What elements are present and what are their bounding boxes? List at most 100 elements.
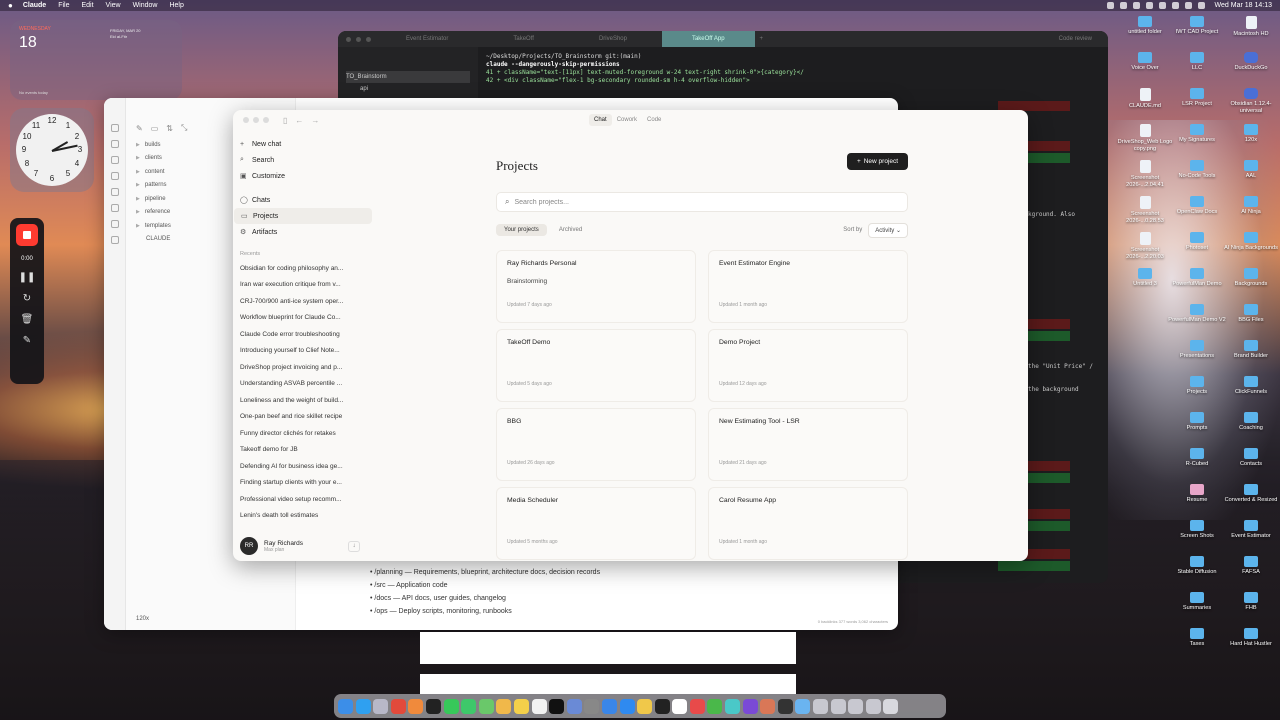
project-card[interactable]: Demo Project Updated 12 days ago: [708, 329, 908, 402]
user-menu[interactable]: RR Ray Richards Max plan ↓: [240, 537, 360, 555]
menu-window[interactable]: Window: [133, 2, 158, 9]
menu-view[interactable]: View: [106, 2, 121, 9]
desktop-icon[interactable]: Resume: [1166, 484, 1228, 504]
project-card[interactable]: Ray Richards Personal Brainstorming Upda…: [496, 250, 696, 323]
status-icon[interactable]: [1158, 2, 1166, 9]
recent-chat[interactable]: Understanding ASVAB percentile ...: [233, 376, 373, 393]
desktop-icon[interactable]: PowerfulMan Demo V2: [1166, 304, 1228, 324]
desktop-icon[interactable]: Coaching: [1220, 412, 1280, 432]
mode-cowork[interactable]: Cowork: [612, 114, 642, 126]
desktop-icon[interactable]: AAL: [1220, 160, 1280, 180]
menu-help[interactable]: Help: [169, 2, 183, 9]
safari-icon[interactable]: [355, 698, 371, 714]
tab-archived[interactable]: Archived: [551, 224, 590, 236]
desktop-icon[interactable]: Presentations: [1166, 340, 1228, 360]
forward-icon[interactable]: →: [311, 116, 319, 125]
chatgpt-icon[interactable]: [425, 698, 441, 714]
claude-icon[interactable]: [760, 698, 776, 714]
finder-icon[interactable]: [338, 698, 353, 714]
menu-clock[interactable]: Wed Mar 18 14:13: [1215, 2, 1272, 9]
search-button[interactable]: ⌕ Search: [233, 152, 373, 168]
new-project-button[interactable]: + New project: [847, 153, 908, 170]
menu-file[interactable]: File: [58, 2, 69, 9]
sort-icon[interactable]: ⇅: [166, 124, 173, 133]
desktop-icon[interactable]: Screen Shots: [1166, 520, 1228, 540]
recent-chat[interactable]: One-pan beef and rice skillet recipe: [233, 409, 373, 426]
notes-icon[interactable]: [513, 698, 529, 714]
terminal-icon[interactable]: [654, 698, 670, 714]
settings-icon[interactable]: [584, 698, 600, 714]
capcut-icon[interactable]: [549, 698, 565, 714]
ribbon-icon[interactable]: [110, 172, 119, 180]
sidebar-item-artifacts[interactable]: ⚙ Artifacts: [233, 224, 373, 240]
project-search[interactable]: ⌕: [496, 192, 908, 212]
new-tab-icon[interactable]: +: [760, 36, 764, 42]
trash-icon[interactable]: 🗑: [21, 314, 34, 325]
photos-icon[interactable]: [496, 698, 512, 714]
desktop-icon[interactable]: Hard Hat Hustler: [1220, 628, 1280, 648]
app-store-icon[interactable]: [619, 698, 635, 714]
desktop-icon[interactable]: Contacts: [1220, 448, 1280, 468]
wifi-icon[interactable]: [1171, 2, 1179, 9]
desktop-icon[interactable]: AI Ninja Backgrounds: [1220, 232, 1280, 252]
chrome-icon[interactable]: [390, 698, 406, 714]
desktop-icon[interactable]: ClickFunnels: [1220, 376, 1280, 396]
window-icon[interactable]: [830, 698, 846, 714]
recent-chat[interactable]: Professional video setup recomm...: [233, 491, 373, 508]
pen-icon[interactable]: ✎: [23, 335, 31, 346]
desktop-icon[interactable]: Obsidian 1.12.4-universal: [1220, 88, 1280, 114]
chrome-icon[interactable]: [707, 698, 723, 714]
terminal-tab[interactable]: TakeOff: [483, 31, 564, 47]
desktop-icon[interactable]: Macintosh HD: [1220, 16, 1280, 38]
ribbon-icon[interactable]: [110, 188, 119, 196]
recent-chat[interactable]: Loneliness and the weight of build...: [233, 392, 373, 409]
desktop-icon[interactable]: FHB: [1220, 592, 1280, 612]
browser-icon[interactable]: [408, 698, 424, 714]
ribbon-icon[interactable]: [110, 124, 119, 132]
customize-button[interactable]: ▣ Customize: [233, 168, 373, 184]
desktop-icon[interactable]: IWT CAD Project: [1166, 16, 1228, 36]
project-card[interactable]: BBG Updated 26 days ago: [496, 408, 696, 481]
sort-dropdown[interactable]: Activity ⌄: [868, 222, 908, 238]
note-content[interactable]: • /planning — Requirements, blueprint, a…: [370, 566, 600, 618]
desktop-icon[interactable]: AI Ninja: [1220, 196, 1280, 216]
trash-icon[interactable]: [883, 698, 899, 714]
desktop-icon[interactable]: LSR Project: [1166, 88, 1228, 108]
desktop-icon[interactable]: Summaries: [1166, 592, 1228, 612]
new-note-icon[interactable]: ✎: [136, 124, 143, 133]
recent-chat[interactable]: Introducing yourself to Clief Note...: [233, 343, 373, 360]
ribbon-icon[interactable]: [110, 220, 119, 228]
recent-chat[interactable]: Obsidian for coding philosophy an...: [233, 260, 373, 277]
drive-icon[interactable]: [637, 698, 653, 714]
window-icon[interactable]: [865, 698, 881, 714]
desktop-icon[interactable]: Projects: [1166, 376, 1228, 396]
desktop-icon[interactable]: Backgrounds: [1220, 268, 1280, 288]
apple-icon[interactable]: ●: [8, 1, 13, 10]
clock-widget[interactable]: 12 3 6 9 1 2 4 5 7 8 10 11: [10, 108, 94, 192]
menu-app-name[interactable]: Claude: [23, 2, 46, 9]
desktop-icon[interactable]: LLC: [1166, 52, 1228, 72]
desktop-icon[interactable]: Prompts: [1166, 412, 1228, 432]
recent-chat[interactable]: Workflow blueprint for Claude Co...: [233, 310, 373, 327]
app-icon[interactable]: [689, 698, 705, 714]
status-icon[interactable]: [1106, 2, 1114, 9]
ribbon-icon[interactable]: [110, 156, 119, 164]
project-card[interactable]: New Estimating Tool - LSR Updated 21 day…: [708, 408, 908, 481]
recent-chat[interactable]: Lenin's death toll estimates: [233, 508, 373, 525]
sidebar-toggle-icon[interactable]: ▯: [283, 116, 287, 125]
recent-chat[interactable]: Defending AI for business idea ge...: [233, 458, 373, 475]
mail-icon[interactable]: [601, 698, 617, 714]
status-icon[interactable]: [1145, 2, 1153, 9]
recent-chat[interactable]: Takeoff demo for JB: [233, 442, 373, 459]
new-chat-button[interactable]: + New chat: [233, 136, 373, 152]
calendar-widget[interactable]: WEDNESDAY 18 FRIDAY, MAR 20 Eid al-Fitr …: [10, 20, 182, 100]
vault-name[interactable]: 120x: [136, 616, 149, 622]
project-card[interactable]: Carol Resume App Updated 1 month ago: [708, 487, 908, 560]
maps-icon[interactable]: [478, 698, 494, 714]
desktop-icon[interactable]: Event Estimator: [1220, 520, 1280, 540]
desktop-icon[interactable]: PowerfulMan Demo: [1166, 268, 1228, 288]
desktop-icon[interactable]: My Signatures: [1166, 124, 1228, 144]
obsidian-icon[interactable]: [742, 698, 758, 714]
mode-code[interactable]: Code: [642, 114, 666, 126]
search-icon[interactable]: [1184, 2, 1192, 9]
